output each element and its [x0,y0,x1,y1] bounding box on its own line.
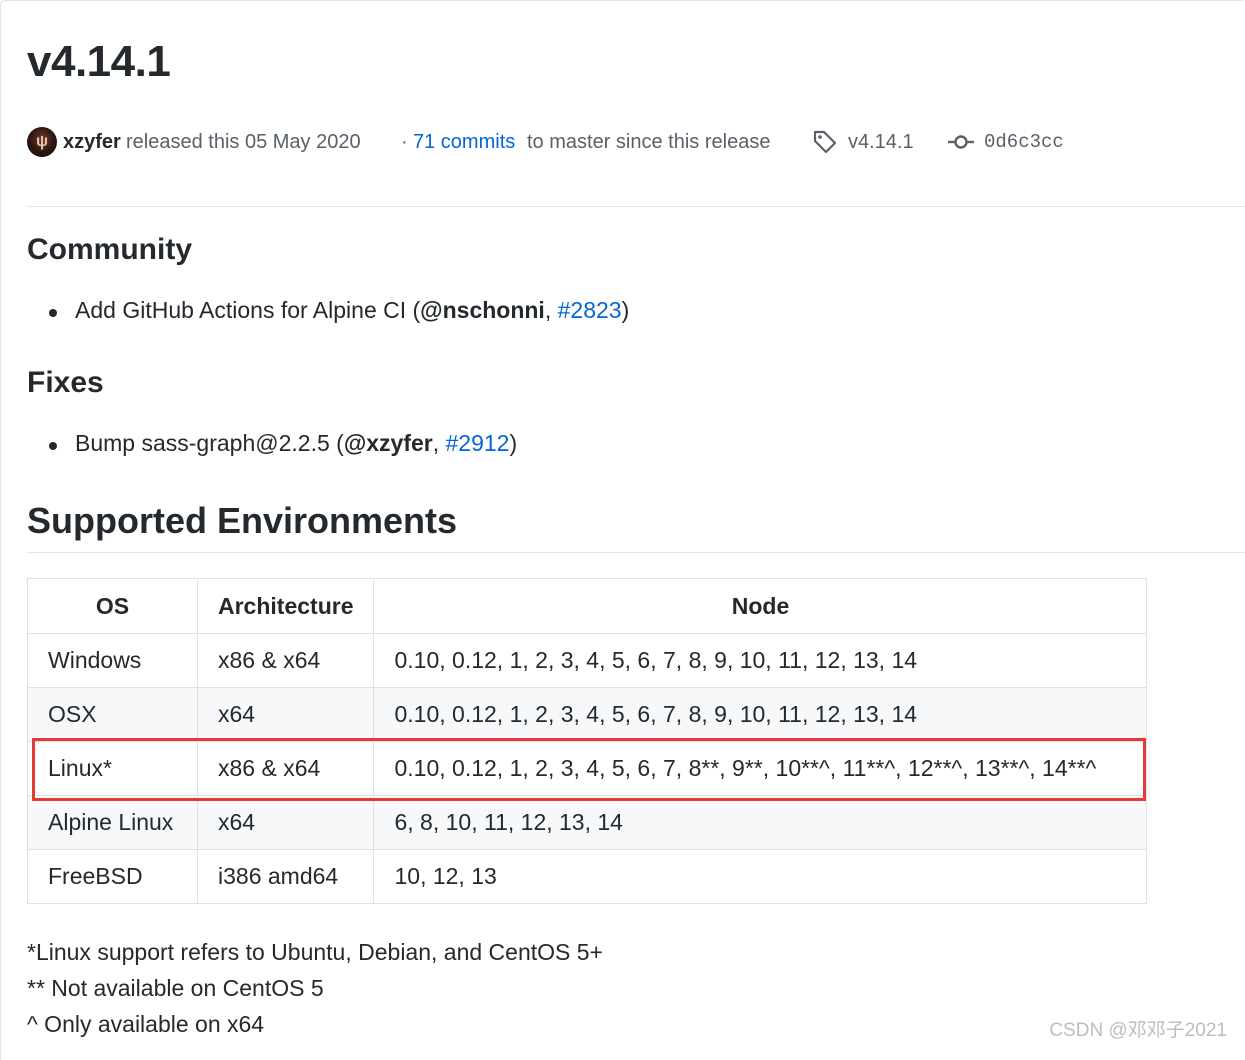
cell-node: 0.10, 0.12, 1, 2, 3, 4, 5, 6, 7, 8, 9, 1… [373,687,1148,742]
footnote-centos: ** Not available on CentOS 5 [27,975,324,1001]
community-issue-link[interactable]: #2823 [558,297,622,323]
tag-link[interactable]: v4.14.1 [848,125,914,159]
footnote-linux: *Linux support refers to Ubuntu, Debian,… [27,939,603,965]
environments-table: OS Architecture Node Windows x86 & x64 0… [27,578,1148,904]
released-date-text: released this 05 May 2020 [126,131,361,153]
table-row-osx: OSX x64 0.10, 0.12, 1, 2, 3, 4, 5, 6, 7,… [27,687,1148,742]
fixes-list-item: Bump sass-graph@2.2.5 (@xzyfer, #2912) [49,430,517,457]
cell-os: Windows [27,633,198,688]
community-item-prefix: Add GitHub Actions for Alpine CI ( [75,297,421,323]
table-header-row: OS Architecture Node [27,578,1148,634]
footnote-x64: ^ Only available on x64 [27,1011,265,1037]
commit-sha-link[interactable]: 0d6c3cc [984,125,1064,159]
cell-architecture: x86 & x64 [196,633,375,688]
table-row-linux: Linux* x86 & x64 0.10, 0.12, 1, 2, 3, 4,… [27,741,1148,796]
table-row-alpine-linux: Alpine Linux x64 6, 8, 10, 11, 12, 13, 1… [27,795,1148,850]
watermark: CSDN @邓邓子2021 [1049,1020,1227,1041]
fixes-item-suffix: ) [509,430,518,456]
header-os: OS [27,578,198,634]
release-card: v4.14.1 ψ xzyfer released this 05 May 20… [0,0,1245,1060]
community-item-suffix: ) [621,297,630,323]
community-list-item: Add GitHub Actions for Alpine CI (@nscho… [49,297,629,324]
fixes-user-link[interactable]: @xzyfer [344,430,433,456]
cell-os: Linux* [27,741,198,796]
tag-icon [812,129,838,166]
environments-heading: Supported Environments [27,500,458,541]
release-meta: ψ xzyfer released this 05 May 2020 · 71 … [27,125,1127,159]
commit-icon [947,130,975,165]
avatar-glyph: ψ [36,133,49,150]
cell-node: 10, 12, 13 [373,849,1148,904]
cell-architecture: x64 [196,687,375,742]
meta-divider [27,206,1245,207]
environments-divider [27,552,1245,553]
fixes-heading: Fixes [27,366,104,399]
fixes-item-prefix: Bump sass-graph@2.2.5 ( [75,430,344,456]
community-heading: Community [27,233,192,266]
fixes-item-comma: , [432,430,446,456]
meta-separator: · [401,131,408,153]
cell-architecture: x64 [196,795,375,850]
header-node: Node [373,578,1148,634]
cell-os: Alpine Linux [27,795,198,850]
cell-os: FreeBSD [27,849,198,904]
author-link[interactable]: xzyfer [63,125,121,159]
table-row-windows: Windows x86 & x64 0.10, 0.12, 1, 2, 3, 4… [27,633,1148,688]
release-title[interactable]: v4.14.1 [27,37,171,87]
commits-link[interactable]: 71 commits [413,125,515,159]
table-row-freebsd: FreeBSD i386 amd64 10, 12, 13 [27,849,1148,904]
header-architecture: Architecture [196,578,375,634]
cell-architecture: x86 & x64 [196,741,375,796]
community-user-link[interactable]: @nschonni [420,297,545,323]
cell-node: 0.10, 0.12, 1, 2, 3, 4, 5, 6, 7, 8**, 9*… [373,741,1148,796]
cell-architecture: i386 amd64 [196,849,375,904]
cell-os: OSX [27,687,198,742]
cell-node: 0.10, 0.12, 1, 2, 3, 4, 5, 6, 7, 8, 9, 1… [373,633,1148,688]
fixes-issue-link[interactable]: #2912 [446,430,510,456]
community-item-comma: , [544,297,558,323]
cell-node: 6, 8, 10, 11, 12, 13, 14 [373,795,1148,850]
avatar[interactable]: ψ [27,127,57,157]
commits-suffix: to master since this release [527,131,771,153]
